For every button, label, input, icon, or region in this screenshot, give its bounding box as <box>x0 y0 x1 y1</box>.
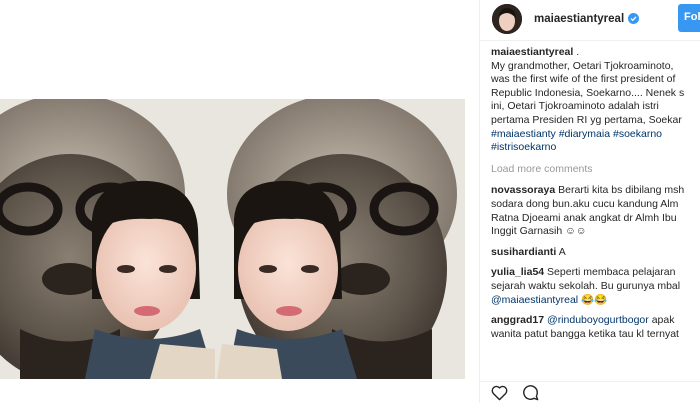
avatar[interactable] <box>492 3 522 34</box>
post-actions <box>480 381 700 403</box>
comment-text: Berarti kita bs dibilang msh <box>558 184 685 197</box>
avatar-image <box>492 3 522 34</box>
comment-username[interactable]: anggrad17 <box>491 314 544 326</box>
caption-username[interactable]: maiaestiantyreal <box>491 46 573 58</box>
comment-text: A <box>558 245 566 258</box>
caption-hashtags[interactable]: #istrisoekarno <box>491 141 700 155</box>
follow-label: Follow <box>684 11 700 23</box>
comment-line: sejarah waktu sekolah. Bu gurunya mbal <box>491 279 681 292</box>
comment-line: Inggit Garnasih ☺☺ <box>491 225 587 238</box>
comment-item: anggrad17 @rinduboyogurtbogor apak wanit… <box>491 314 700 341</box>
comment-text: apak <box>651 314 675 327</box>
caption-line: ini, Oetari Tjokroaminoto adalah istri <box>491 100 659 113</box>
comment-line: wanita patut bangga ketika tau kl ternya… <box>491 327 679 340</box>
post-media-area <box>0 0 480 403</box>
caption: maiaestiantyreal . My grandmother, Oetar… <box>491 46 700 155</box>
comment-item: novassoraya Berarti kita bs dibilang msh… <box>491 184 700 238</box>
comment-text: Seperti membaca pelajaran <box>547 266 676 279</box>
comment-line: sodara dong bun.aku cucu kandung Alm <box>491 197 679 210</box>
load-more-comments-link[interactable]: Load more comments <box>491 163 700 177</box>
comment-username[interactable]: novassoraya <box>491 184 555 196</box>
caption-line: was the first wife of the first presiden… <box>491 73 676 86</box>
comment-line: Ratna Djoeami anak angkat dr Almh Ibu <box>491 211 677 224</box>
comment-item: yulia_lia54 Seperti membaca pelajaran se… <box>491 266 700 307</box>
caption-line: My grandmother, Oetari Tjokroaminoto, <box>491 59 674 72</box>
caption-hashtags[interactable]: #maiaestianty #diarymaia #soekarno <box>491 128 700 142</box>
caption-line: Republic Indonesia, Soekarno.... Nenek s <box>491 86 685 99</box>
post-photo-illustration <box>0 99 465 379</box>
heart-icon[interactable] <box>490 383 509 402</box>
comment-mention[interactable]: @maiaestiantyreal <box>491 294 578 306</box>
header-divider <box>480 40 700 41</box>
comment-username[interactable]: yulia_lia54 <box>491 266 544 278</box>
comment-mention[interactable]: @rinduboyogurtbogor <box>547 314 649 326</box>
caption-suffix: . <box>576 46 580 58</box>
caption-line: pertama Presiden RI yg pertama, Soekar <box>491 113 682 126</box>
comments-section: maiaestiantyreal . My grandmother, Oetar… <box>480 42 700 381</box>
post-username[interactable]: maiaestiantyreal <box>534 13 624 25</box>
follow-button[interactable]: Follow <box>678 4 700 32</box>
comment-icon[interactable] <box>521 383 540 402</box>
post-header: maiaestiantyreal Follow <box>480 0 700 37</box>
verified-badge-icon <box>628 13 640 24</box>
post-image[interactable] <box>0 99 465 379</box>
comment-item: susihardianti A <box>491 246 700 260</box>
comment-username[interactable]: susihardianti <box>491 246 556 258</box>
comment-emoji: 😂😂 <box>581 293 608 306</box>
